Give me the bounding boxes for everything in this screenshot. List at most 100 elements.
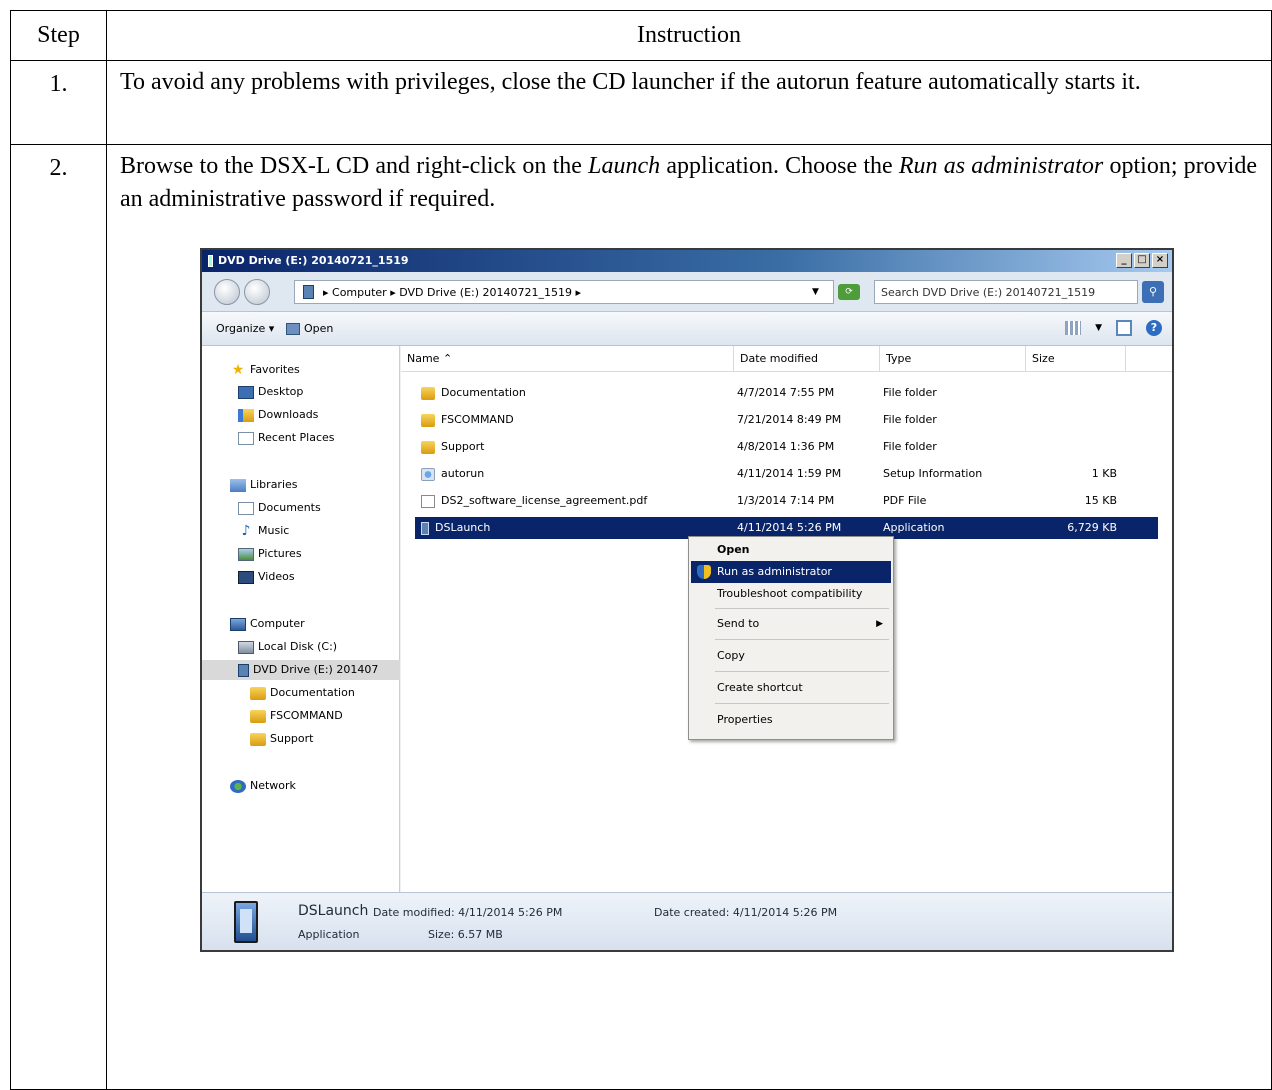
file-name-label: DSLaunch xyxy=(435,521,491,534)
pdf-file-icon xyxy=(421,494,435,508)
nav-downloads[interactable]: Downloads xyxy=(238,405,318,425)
open-label: Open xyxy=(304,322,334,335)
file-row[interactable]: autorun 4/11/2014 1:59 PM Setup Informatio… xyxy=(401,463,1172,485)
file-row[interactable]: Documentation 4/7/2014 7:55 PM File folder xyxy=(401,382,1172,404)
search-input[interactable]: Search DVD Drive (E:) 20140721_1519 xyxy=(874,280,1138,304)
file-name-label: Documentation xyxy=(441,386,526,399)
command-bar: Organize ▾ Open ▼ ? xyxy=(202,312,1172,346)
nav-downloads-label: Downloads xyxy=(258,408,319,421)
music-icon: ♪ xyxy=(241,522,251,539)
open-icon xyxy=(286,323,300,335)
menu-run-as-administrator-label: Run as administrator xyxy=(717,565,832,578)
refresh-button[interactable]: ⟳ xyxy=(838,284,860,300)
view-dropdown-icon[interactable]: ▼ xyxy=(1095,323,1102,333)
nav-documents-label: Documents xyxy=(258,501,321,514)
nav-computer[interactable]: Computer xyxy=(230,614,305,634)
menu-troubleshoot-compatibility[interactable]: Troubleshoot compatibility xyxy=(691,583,891,605)
local-disk-icon xyxy=(238,640,254,654)
documents-icon xyxy=(238,501,254,515)
details-file-name: DSLaunch xyxy=(298,903,369,919)
window-title: DVD Drive (E:) 20140721_1519 xyxy=(218,254,409,267)
nav-fscommand[interactable]: FSCOMMAND xyxy=(250,706,343,726)
nav-network[interactable]: Network xyxy=(230,776,296,796)
file-type: File folder xyxy=(883,413,937,426)
nav-music-label: Music xyxy=(258,524,290,537)
file-name: DS2_software_license_agreement.pdf xyxy=(421,490,647,512)
computer-icon xyxy=(230,617,246,631)
details-file-type: Application xyxy=(298,928,360,941)
file-date-modified: 4/8/2014 1:36 PM xyxy=(737,440,835,453)
details-date-modified: Date modified: 4/11/2014 5:26 PM xyxy=(373,906,563,919)
folder-icon xyxy=(421,386,435,400)
toolbar-right: ▼ ? xyxy=(1065,320,1162,336)
nav-music[interactable]: ♪ Music xyxy=(238,521,290,541)
organize-button[interactable]: Organize ▾ xyxy=(216,322,274,335)
menu-send-to-label: Send to xyxy=(717,617,760,630)
nav-pictures[interactable]: Pictures xyxy=(238,544,302,564)
instruction-2-part1: Browse to the DSX-L CD and right-click o… xyxy=(120,153,589,179)
column-date-modified[interactable]: Date modified xyxy=(734,346,880,372)
maximize-button[interactable]: □ xyxy=(1134,253,1150,268)
file-name-label: FSCOMMAND xyxy=(441,413,514,426)
header-step: Step xyxy=(10,10,107,61)
nav-dvd-drive-label: DVD Drive (E:) 201407 xyxy=(253,663,379,676)
menu-separator xyxy=(715,608,889,609)
menu-open[interactable]: Open xyxy=(691,539,891,561)
minimize-button[interactable]: _ xyxy=(1116,253,1132,268)
nav-computer-label: Computer xyxy=(250,617,305,630)
back-button[interactable] xyxy=(214,279,240,305)
nav-support[interactable]: Support xyxy=(250,729,313,749)
file-row[interactable]: FSCOMMAND 7/21/2014 8:49 PM File folder xyxy=(401,409,1172,431)
file-date-modified: 1/3/2014 7:14 PM xyxy=(737,494,835,507)
menu-create-shortcut[interactable]: Create shortcut xyxy=(691,677,891,699)
nav-recent[interactable]: Recent Places xyxy=(238,428,335,448)
nav-desktop-label: Desktop xyxy=(258,385,304,398)
nav-network-label: Network xyxy=(250,779,296,792)
file-row[interactable]: Support 4/8/2014 1:36 PM File folder xyxy=(401,436,1172,458)
dvd-drive-icon xyxy=(238,663,249,677)
help-icon[interactable]: ? xyxy=(1146,320,1162,336)
preview-pane-icon[interactable] xyxy=(1116,320,1132,336)
column-size[interactable]: Size xyxy=(1026,346,1126,372)
file-type: Setup Information xyxy=(883,467,983,480)
search-icon[interactable]: ⚲ xyxy=(1142,281,1164,303)
file-row[interactable]: DS2_software_license_agreement.pdf 1/3/20… xyxy=(401,490,1172,512)
menu-separator xyxy=(715,639,889,640)
menu-run-as-administrator[interactable]: Run as administrator xyxy=(691,561,891,583)
nav-dvd-drive[interactable]: DVD Drive (E:) 201407 xyxy=(202,660,400,680)
column-name[interactable]: Name ⌃ xyxy=(401,346,734,372)
forward-button[interactable] xyxy=(244,279,270,305)
close-button[interactable]: × xyxy=(1152,253,1168,268)
file-name-label: DS2_software_license_agreement.pdf xyxy=(441,494,648,507)
nav-favorites[interactable]: ★ Favorites xyxy=(230,360,300,380)
file-date-modified: 7/21/2014 8:49 PM xyxy=(737,413,842,426)
column-headers: Name ⌃ Date modified Type Size xyxy=(401,346,1172,372)
navigation-pane: ★ Favorites Desktop Downloads Recent Plac… xyxy=(202,346,400,892)
nav-local-disk[interactable]: Local Disk (C:) xyxy=(238,637,337,657)
column-type[interactable]: Type xyxy=(880,346,1026,372)
nav-libraries[interactable]: Libraries xyxy=(230,475,298,495)
step-number-1: 1. xyxy=(10,60,107,145)
open-button[interactable]: Open xyxy=(286,322,333,335)
file-size: 1 KB xyxy=(1091,467,1117,480)
nav-documents[interactable]: Documents xyxy=(238,498,321,518)
menu-send-to[interactable]: Send to ▶ xyxy=(691,613,891,635)
pictures-icon xyxy=(238,547,254,561)
folder-icon xyxy=(421,440,435,454)
nav-favorites-label: Favorites xyxy=(250,363,300,376)
address-bar[interactable]: ▸ Computer ▸ DVD Drive (E:) 20140721_151… xyxy=(294,280,834,304)
menu-separator xyxy=(715,671,889,672)
menu-copy[interactable]: Copy xyxy=(691,645,891,667)
nav-support-label: Support xyxy=(270,732,314,745)
menu-properties[interactable]: Properties xyxy=(691,709,891,731)
address-dropdown-icon[interactable]: ▼ xyxy=(812,287,819,297)
nav-local-disk-label: Local Disk (C:) xyxy=(258,640,338,653)
nav-desktop[interactable]: Desktop xyxy=(238,382,303,402)
folder-icon xyxy=(250,709,266,723)
view-options-icon[interactable] xyxy=(1065,321,1082,335)
downloads-icon xyxy=(238,408,254,422)
header-instruction: Instruction xyxy=(106,10,1272,61)
nav-documentation[interactable]: Documentation xyxy=(250,683,355,703)
nav-videos[interactable]: Videos xyxy=(238,567,295,587)
address-row: ▸ Computer ▸ DVD Drive (E:) 20140721_151… xyxy=(202,272,1172,312)
